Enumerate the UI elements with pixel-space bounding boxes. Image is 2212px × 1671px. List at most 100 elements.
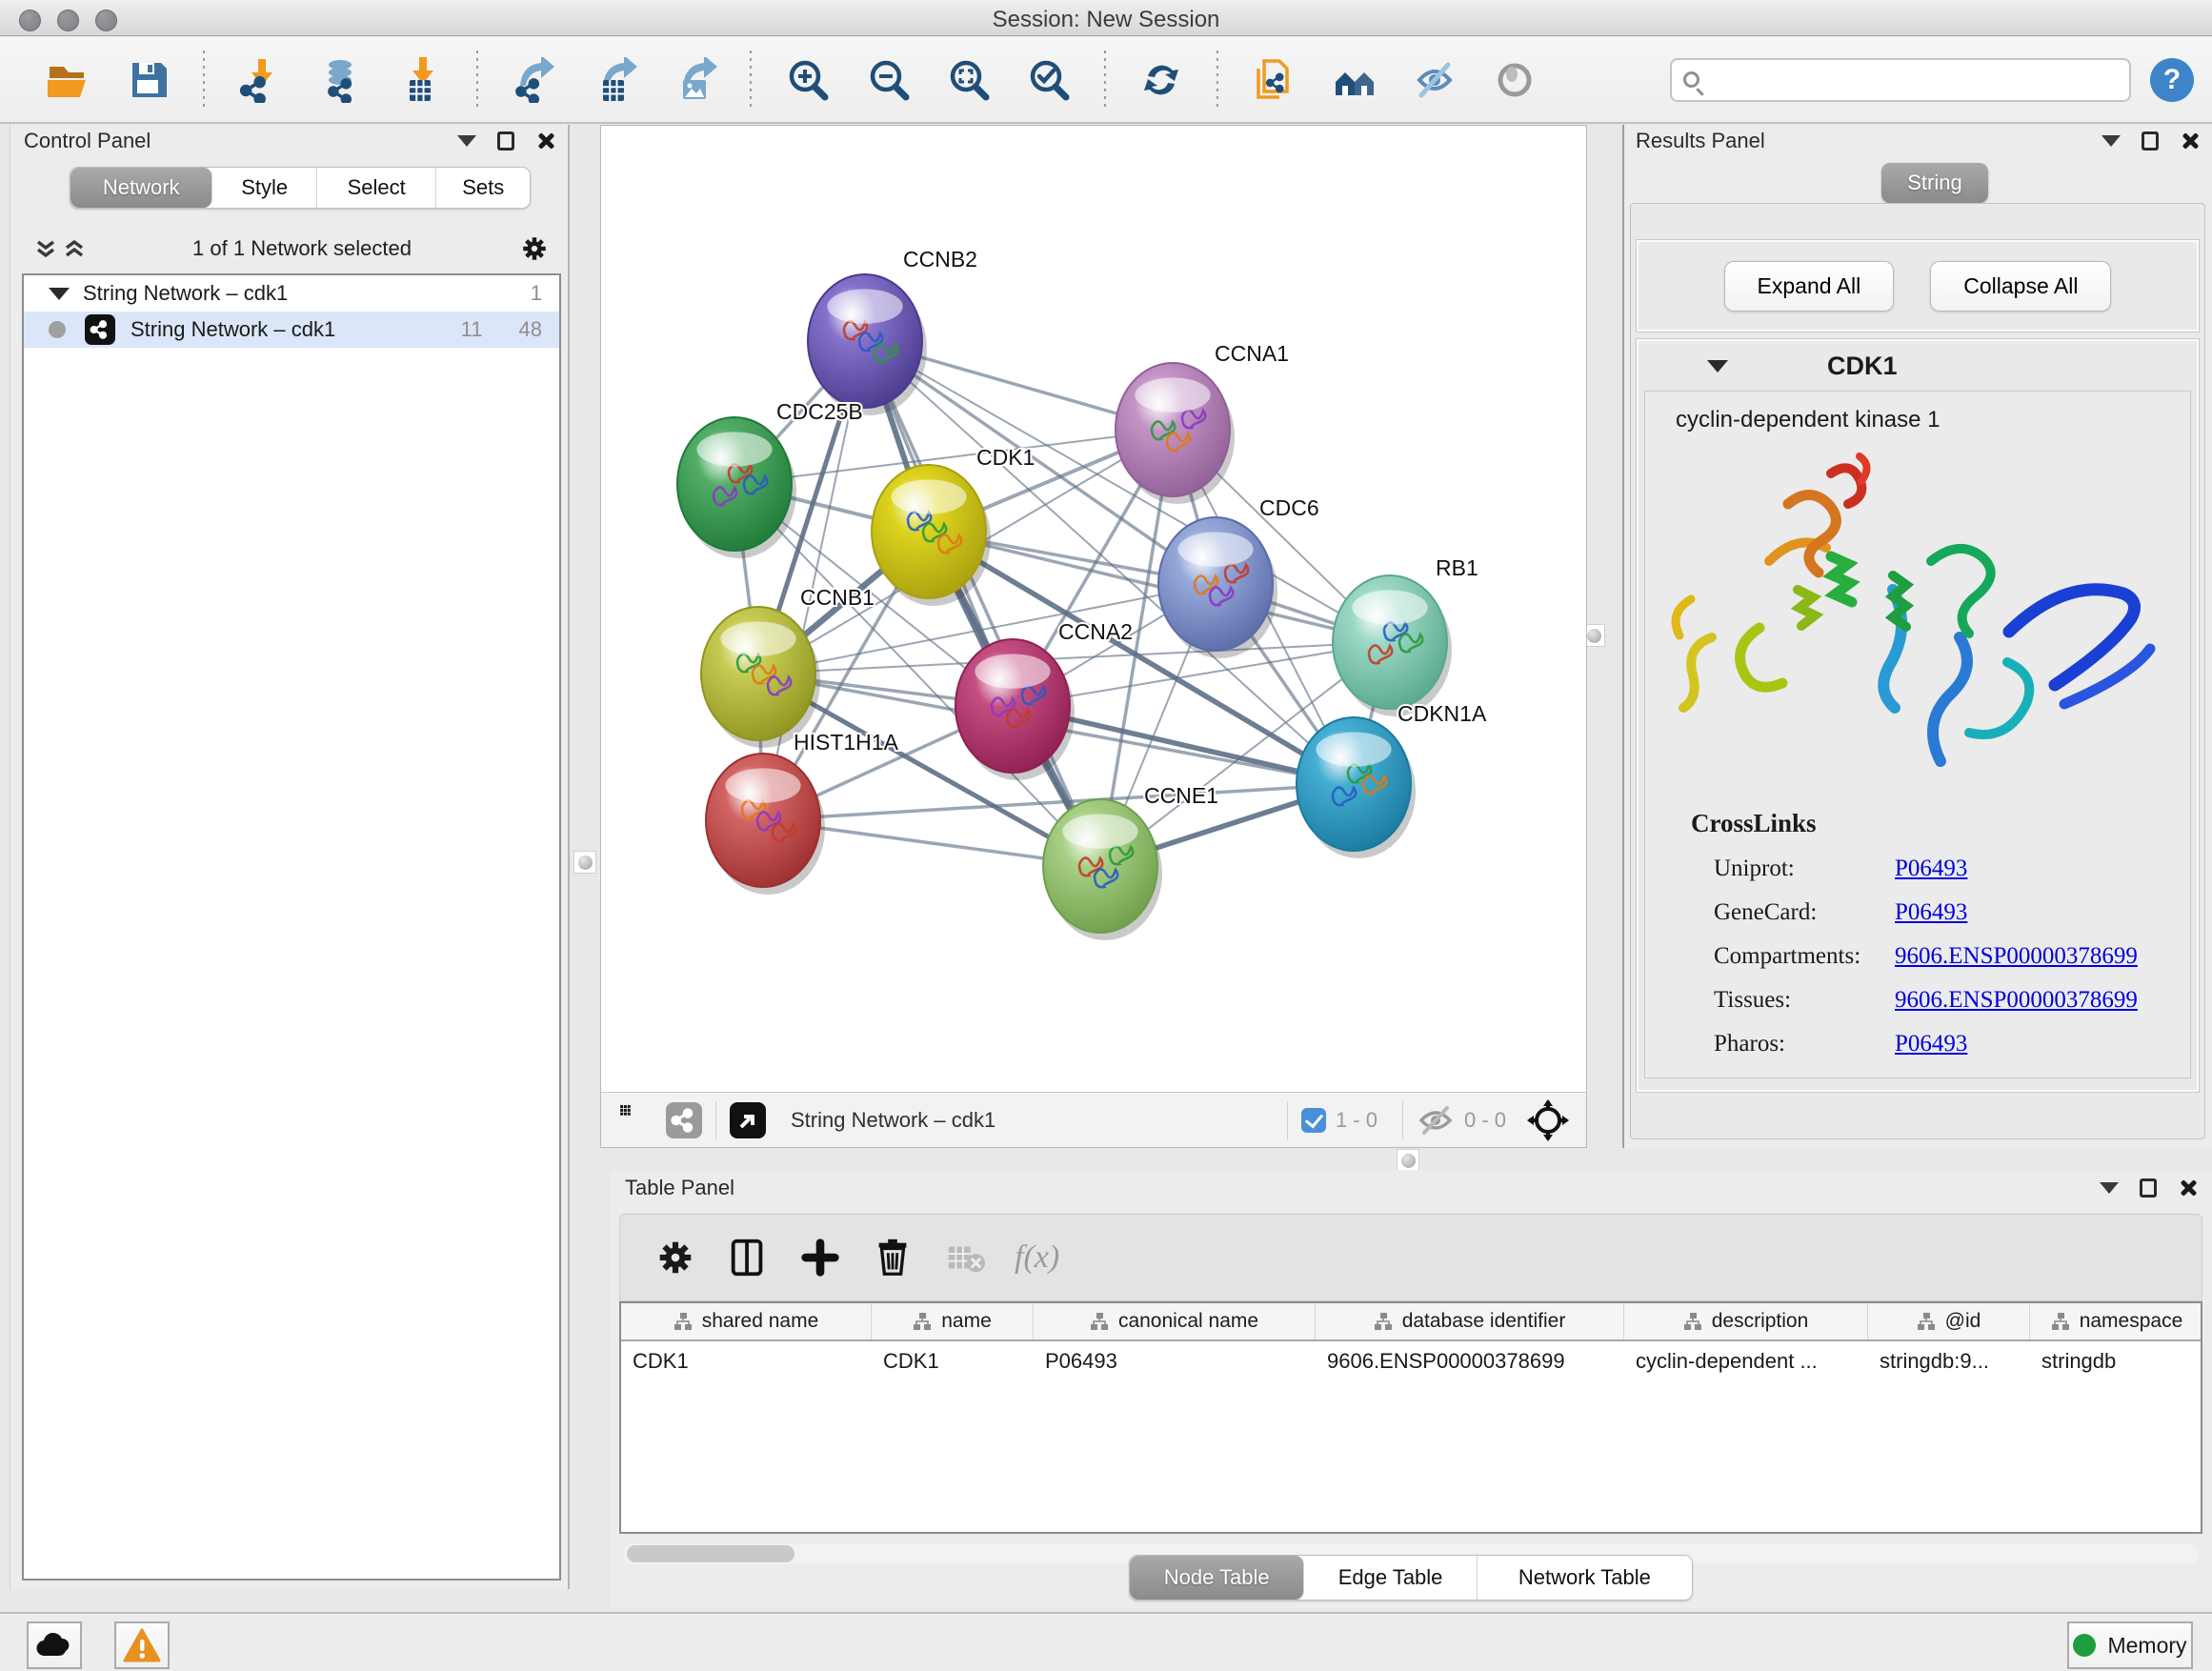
collapse-panel-icon[interactable] xyxy=(2100,1182,2119,1194)
add-column-button[interactable] xyxy=(794,1231,847,1284)
import-table-file-button[interactable] xyxy=(394,52,448,108)
network-options-gear-icon[interactable] xyxy=(515,230,553,268)
scrollbar-thumb[interactable] xyxy=(627,1545,794,1562)
column-header-canonical-name[interactable]: canonical name xyxy=(1034,1303,1316,1339)
tab-select[interactable]: Select xyxy=(317,168,436,208)
zoom-in-button[interactable] xyxy=(780,52,834,108)
tab-network-table[interactable]: Network Table xyxy=(1478,1556,1692,1600)
tab-style[interactable]: Style xyxy=(212,168,317,208)
column-header-database-identifier[interactable]: database identifier xyxy=(1316,1303,1624,1339)
node-entry-body: cyclin-dependent kinase 1 CrossLinks Uni… xyxy=(1644,391,2191,1078)
export-network-button[interactable] xyxy=(507,52,560,108)
export-table-button[interactable] xyxy=(587,52,640,108)
float-panel-icon[interactable] xyxy=(2140,1178,2157,1198)
crosslink-row: Uniprot:P06493 xyxy=(1714,847,2171,891)
collapse-all-button[interactable]: Collapse All xyxy=(1930,261,2111,312)
column-header--id[interactable]: @id xyxy=(1868,1303,2030,1339)
network-edge[interactable] xyxy=(865,341,1100,866)
toolbar-separator xyxy=(1217,50,1218,110)
export-image-button[interactable] xyxy=(668,52,721,108)
count-value: 1 xyxy=(531,281,542,306)
search-input[interactable] xyxy=(1670,58,2132,102)
close-panel-icon[interactable] xyxy=(535,131,554,151)
network-node-CDKN1A[interactable]: CDKN1A xyxy=(1297,701,1487,858)
node-label-RB1: RB1 xyxy=(1436,555,1478,580)
column-header-shared-name[interactable]: shared name xyxy=(621,1303,872,1339)
expand-all-button[interactable]: Expand All xyxy=(1724,261,1895,312)
selected-nodes-checkbox[interactable] xyxy=(1301,1108,1326,1133)
network-node-RB1[interactable]: RB1 xyxy=(1333,555,1478,716)
column-header-label: name xyxy=(941,1310,992,1333)
open-file-button[interactable] xyxy=(40,52,93,108)
crosslink-link[interactable]: 9606.ENSP00000378699 xyxy=(1895,987,2138,1014)
crosslink-link[interactable]: P06493 xyxy=(1895,856,1967,882)
network-node-CCNA1[interactable]: CCNA1 xyxy=(1116,341,1289,504)
hide-selected-button[interactable] xyxy=(1408,52,1461,108)
delete-column-button[interactable] xyxy=(866,1231,919,1284)
expand-all-trees-icon[interactable] xyxy=(31,234,60,263)
show-columns-button[interactable] xyxy=(721,1231,774,1284)
column-header-name[interactable]: name xyxy=(872,1303,1034,1339)
table-cell[interactable]: CDK1 xyxy=(621,1341,872,1381)
node-entry-header[interactable]: CDK1 xyxy=(1639,341,2197,391)
tab-sets[interactable]: Sets xyxy=(436,168,530,208)
birds-eye-view-icon[interactable] xyxy=(618,1103,653,1137)
control-panel-title: Control Panel xyxy=(24,129,151,153)
network-node-CDC6[interactable]: CDC6 xyxy=(1158,495,1319,658)
save-session-button[interactable] xyxy=(120,52,173,108)
fit-selected-crosshair-icon[interactable] xyxy=(1527,1099,1569,1141)
node-label-CDC25B: CDC25B xyxy=(776,399,863,424)
apply-layout-button[interactable] xyxy=(1135,52,1188,108)
first-neighbors-button[interactable] xyxy=(1327,52,1380,108)
table-cell[interactable]: stringdb xyxy=(2030,1341,2202,1381)
tab-network[interactable]: Network xyxy=(70,168,212,208)
tab-node-table[interactable]: Node Table xyxy=(1130,1556,1304,1600)
network-tree-row[interactable]: String Network – cdk1 1 xyxy=(24,275,559,312)
search-text-field[interactable] xyxy=(1699,62,2130,98)
show-all-button[interactable] xyxy=(1488,52,1541,108)
network-tree: String Network – cdk1 1 String Network – … xyxy=(22,273,561,1580)
table-settings-button[interactable] xyxy=(649,1231,702,1284)
entry-expand-caret-icon[interactable] xyxy=(1707,360,1728,372)
column-header-namespace[interactable]: namespace xyxy=(2030,1303,2202,1339)
crosslink-link[interactable]: P06493 xyxy=(1895,1031,1967,1057)
memory-button[interactable]: Memory xyxy=(2067,1621,2193,1669)
collapse-panel-icon[interactable] xyxy=(457,135,476,147)
warning-status-button[interactable] xyxy=(114,1621,170,1669)
import-network-database-button[interactable] xyxy=(313,52,367,108)
delete-table-button xyxy=(938,1231,992,1284)
crosslink-link[interactable]: 9606.ENSP00000378699 xyxy=(1895,943,2138,970)
table-cell[interactable]: CDK1 xyxy=(872,1341,1034,1381)
help-button[interactable]: ? xyxy=(2144,52,2198,108)
float-panel-icon[interactable] xyxy=(2142,131,2159,151)
open-in-new-window-icon[interactable] xyxy=(730,1102,766,1138)
table-cell[interactable]: stringdb:9... xyxy=(1868,1341,2030,1381)
tree-expand-caret-icon[interactable] xyxy=(49,288,70,300)
table-cell[interactable]: P06493 xyxy=(1034,1341,1316,1381)
tab-string[interactable]: String xyxy=(1881,163,1988,203)
table-cell[interactable]: cyclin-dependent ... xyxy=(1624,1341,1868,1381)
bottom-splitter-handle[interactable] xyxy=(1397,1149,1419,1172)
close-panel-icon[interactable] xyxy=(2180,131,2199,151)
import-network-file-button[interactable] xyxy=(233,52,287,108)
table-cell[interactable]: 9606.ENSP00000378699 xyxy=(1316,1341,1624,1381)
zoom-fit-button[interactable] xyxy=(941,52,995,108)
cloud-status-button[interactable] xyxy=(27,1621,82,1669)
crosslink-link[interactable]: P06493 xyxy=(1895,899,1967,926)
close-panel-icon[interactable] xyxy=(2178,1178,2197,1198)
left-splitter-handle[interactable] xyxy=(573,851,596,874)
table-row[interactable]: CDK1CDK1P064939606.ENSP00000378699cyclin… xyxy=(621,1341,2201,1381)
new-network-from-selection-button[interactable] xyxy=(1247,52,1300,108)
network-canvas[interactable]: CCNB2 CCNA1 CDC25B CDK1 CDC6 RB1 CCNB1 C… xyxy=(601,126,1586,1092)
column-header-description[interactable]: description xyxy=(1624,1303,1868,1339)
network-name: String Network – cdk1 xyxy=(83,281,288,306)
network-tree-row[interactable]: String Network – cdk11148 xyxy=(24,312,559,348)
collapse-panel-icon[interactable] xyxy=(2101,135,2121,147)
zoom-out-button[interactable] xyxy=(860,52,914,108)
network-name: String Network – cdk1 xyxy=(131,317,335,342)
float-panel-icon[interactable] xyxy=(497,131,514,151)
tab-edge-table[interactable]: Edge Table xyxy=(1304,1556,1477,1600)
zoom-selected-button[interactable] xyxy=(1021,52,1075,108)
collapse-all-trees-icon[interactable] xyxy=(60,234,89,263)
function-builder-button[interactable]: f(x) xyxy=(1015,1239,1059,1276)
